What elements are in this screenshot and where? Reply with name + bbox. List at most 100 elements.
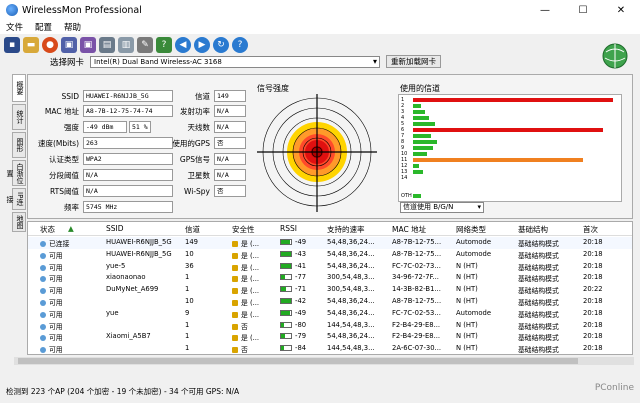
col-mac[interactable]: MAC 地址 (392, 224, 426, 235)
cell-text: N (HT) (456, 285, 478, 294)
help-doc-icon[interactable]: ? (156, 37, 172, 53)
table-row[interactable]: 可用 xiaonaonao 1 是 (... -77 300,54,48,3... 34-9… (28, 272, 632, 284)
col-status[interactable]: 状态 (40, 224, 55, 235)
txpower-row: 发射功率 N/A (158, 105, 246, 117)
table-cell: FC-7C-02-73... (392, 262, 441, 270)
cell-text: 14-3B-82-B1... (392, 285, 441, 294)
col-channel[interactable]: 信道 (185, 224, 200, 235)
horizontal-scrollbar[interactable] (14, 357, 634, 365)
table-row[interactable]: 可用 Xiaomi_A5B7 1 是 (... -79 54,48,36,24... F2-… (28, 331, 632, 343)
close-button[interactable]: ✕ (602, 0, 640, 20)
col-infra[interactable]: 基础结构 (518, 224, 548, 235)
table-cell: 10 (185, 297, 194, 305)
network-icon[interactable]: ▣ (61, 37, 77, 53)
antenna-value: N/A (214, 121, 246, 133)
table-cell: 基础结构模式 (518, 309, 559, 319)
reload-card-button[interactable]: 重新加载网卡 (386, 55, 442, 68)
speed-row: 速度(Mbits) 263 (27, 137, 173, 149)
cell-text: N (HT) (456, 344, 478, 353)
channel-bar (413, 116, 429, 120)
cell-text: 1 (185, 344, 190, 353)
mac-label: MAC 地址 (44, 106, 79, 116)
col-first[interactable]: 首次 (583, 224, 598, 235)
channel-usage-select[interactable]: 信道使用 B/G/N (400, 202, 484, 213)
wispy-label: Wi-Spy (183, 186, 210, 196)
table-cell: F2-B4-29-E8... (392, 321, 440, 329)
tab-ip[interactable]: IP连接 (6, 188, 26, 210)
status-icon (40, 288, 46, 295)
card-select-label: 选择网卡 (50, 57, 85, 68)
table-row[interactable]: 可用 1 否 -80 144,54,48,3... F2-B4-29-E8... N (HT… (28, 320, 632, 332)
satellites-label: 卫星数 (187, 170, 211, 180)
col-rates[interactable]: 支持的速率 (327, 224, 365, 235)
channel-value: 149 (214, 90, 246, 102)
table-cell: N (HT) (456, 344, 478, 352)
table-cell: 20:18 (583, 262, 603, 270)
cell-text: Automode (456, 308, 492, 317)
table-row[interactable]: 可用 yue-5 36 是 (... -41 54,48,36,24... FC-7C-02… (28, 261, 632, 273)
help-icon[interactable]: ? (232, 37, 248, 53)
table-cell: 可用 (40, 273, 63, 283)
channel-bar (413, 134, 431, 138)
minimize-button[interactable]: — (526, 0, 564, 20)
table-row[interactable]: 可用 yue 9 是 (... -49 54,48,36,24... FC-7C-02-53… (28, 308, 632, 320)
table-cell: 144,54,48,3... (327, 321, 375, 329)
table-cell: -80 (280, 321, 306, 329)
menu-config[interactable]: 配置 (35, 21, 52, 33)
frag-label: 分段阈值 (49, 170, 79, 180)
tab-stats[interactable]: 统计 (12, 104, 26, 130)
refresh-icon[interactable]: ↻ (213, 37, 229, 53)
table-cell: 是 (... (232, 250, 259, 260)
copy-icon[interactable]: ▥ (118, 37, 134, 53)
cell-text: 可用 (49, 299, 63, 307)
print-icon[interactable]: ▤ (99, 37, 115, 53)
forward-icon[interactable]: ▶ (194, 37, 210, 53)
maximize-button[interactable]: ☐ (564, 0, 602, 20)
table-row[interactable]: 可用 DuMyNet_A699 1 是 (... -71 300,54,48,3... 14… (28, 284, 632, 296)
cell-text: 10 (185, 297, 194, 305)
tools-icon[interactable]: ✎ (137, 37, 153, 53)
table-cell: A8-7B-12-75... (392, 297, 441, 305)
col-rssi[interactable]: RSSI (280, 224, 297, 233)
tab-graph[interactable]: 图形 (12, 132, 26, 158)
tab-summary[interactable]: 概要 (12, 74, 26, 102)
table-cell: 可用 (40, 344, 63, 354)
table-cell: 是 (... (232, 309, 259, 319)
status-icon (40, 335, 46, 342)
lock-icon (232, 288, 238, 295)
cell-text: 1 (185, 273, 190, 282)
menu-help[interactable]: 帮助 (64, 21, 81, 33)
col-security[interactable]: 安全性 (232, 224, 255, 235)
cell-text: 基础结构模式 (518, 275, 559, 284)
col-ssid[interactable]: SSID (106, 224, 124, 233)
table-cell: N (HT) (456, 273, 478, 281)
cell-text: HUAWEI-R6NJJB_5G (106, 238, 172, 246)
cell-text: Automode (456, 238, 492, 246)
lock-icon (232, 323, 238, 330)
table-row[interactable]: 可用 1 否 -84 144,54,48,3... 2A-6C-07-30... N (HT… (28, 343, 632, 354)
network2-icon[interactable]: ▣ (80, 37, 96, 53)
table-row[interactable]: 可用 10 是 (... -42 54,48,36,24... A8-7B-12-75..… (28, 296, 632, 308)
menu-file[interactable]: 文件 (6, 21, 23, 33)
signal-bar-icon (280, 298, 292, 304)
record-icon[interactable]: ● (42, 37, 58, 53)
gps-signal-row: GPS信号 N/A (158, 153, 246, 165)
scrollbar-thumb[interactable] (18, 358, 578, 364)
back-icon[interactable]: ◀ (175, 37, 191, 53)
col-nettype[interactable]: 网络类型 (456, 224, 486, 235)
tab-map[interactable]: 地图 (12, 212, 26, 232)
cell-text: 20:18 (583, 249, 603, 258)
ssid-row: SSID HUAWEI-R6NJJB_5G (27, 90, 173, 102)
table-row[interactable]: 可用 HUAWEI-R6NJJB_5G 10 是 (... -43 54,48,36,24… (28, 249, 632, 261)
save-icon[interactable]: ▪ (4, 37, 20, 53)
table-cell: 基础结构模式 (518, 238, 559, 248)
table-cell: 基础结构模式 (518, 262, 559, 272)
tab-position[interactable]: 白渐位置 (6, 160, 26, 186)
signal-bar-icon (280, 333, 292, 340)
cell-text: N (HT) (456, 332, 478, 341)
table-cell: 是 (... (232, 285, 259, 295)
table-row[interactable]: 已连接 HUAWEI-R6NJJB_5G 149 是 (... -49 54,48,36,… (28, 237, 632, 249)
card-select[interactable]: Intel(R) Dual Band Wireless-AC 3168 (90, 55, 381, 68)
open-icon[interactable]: ▬ (23, 37, 39, 53)
lock-icon (232, 300, 238, 306)
